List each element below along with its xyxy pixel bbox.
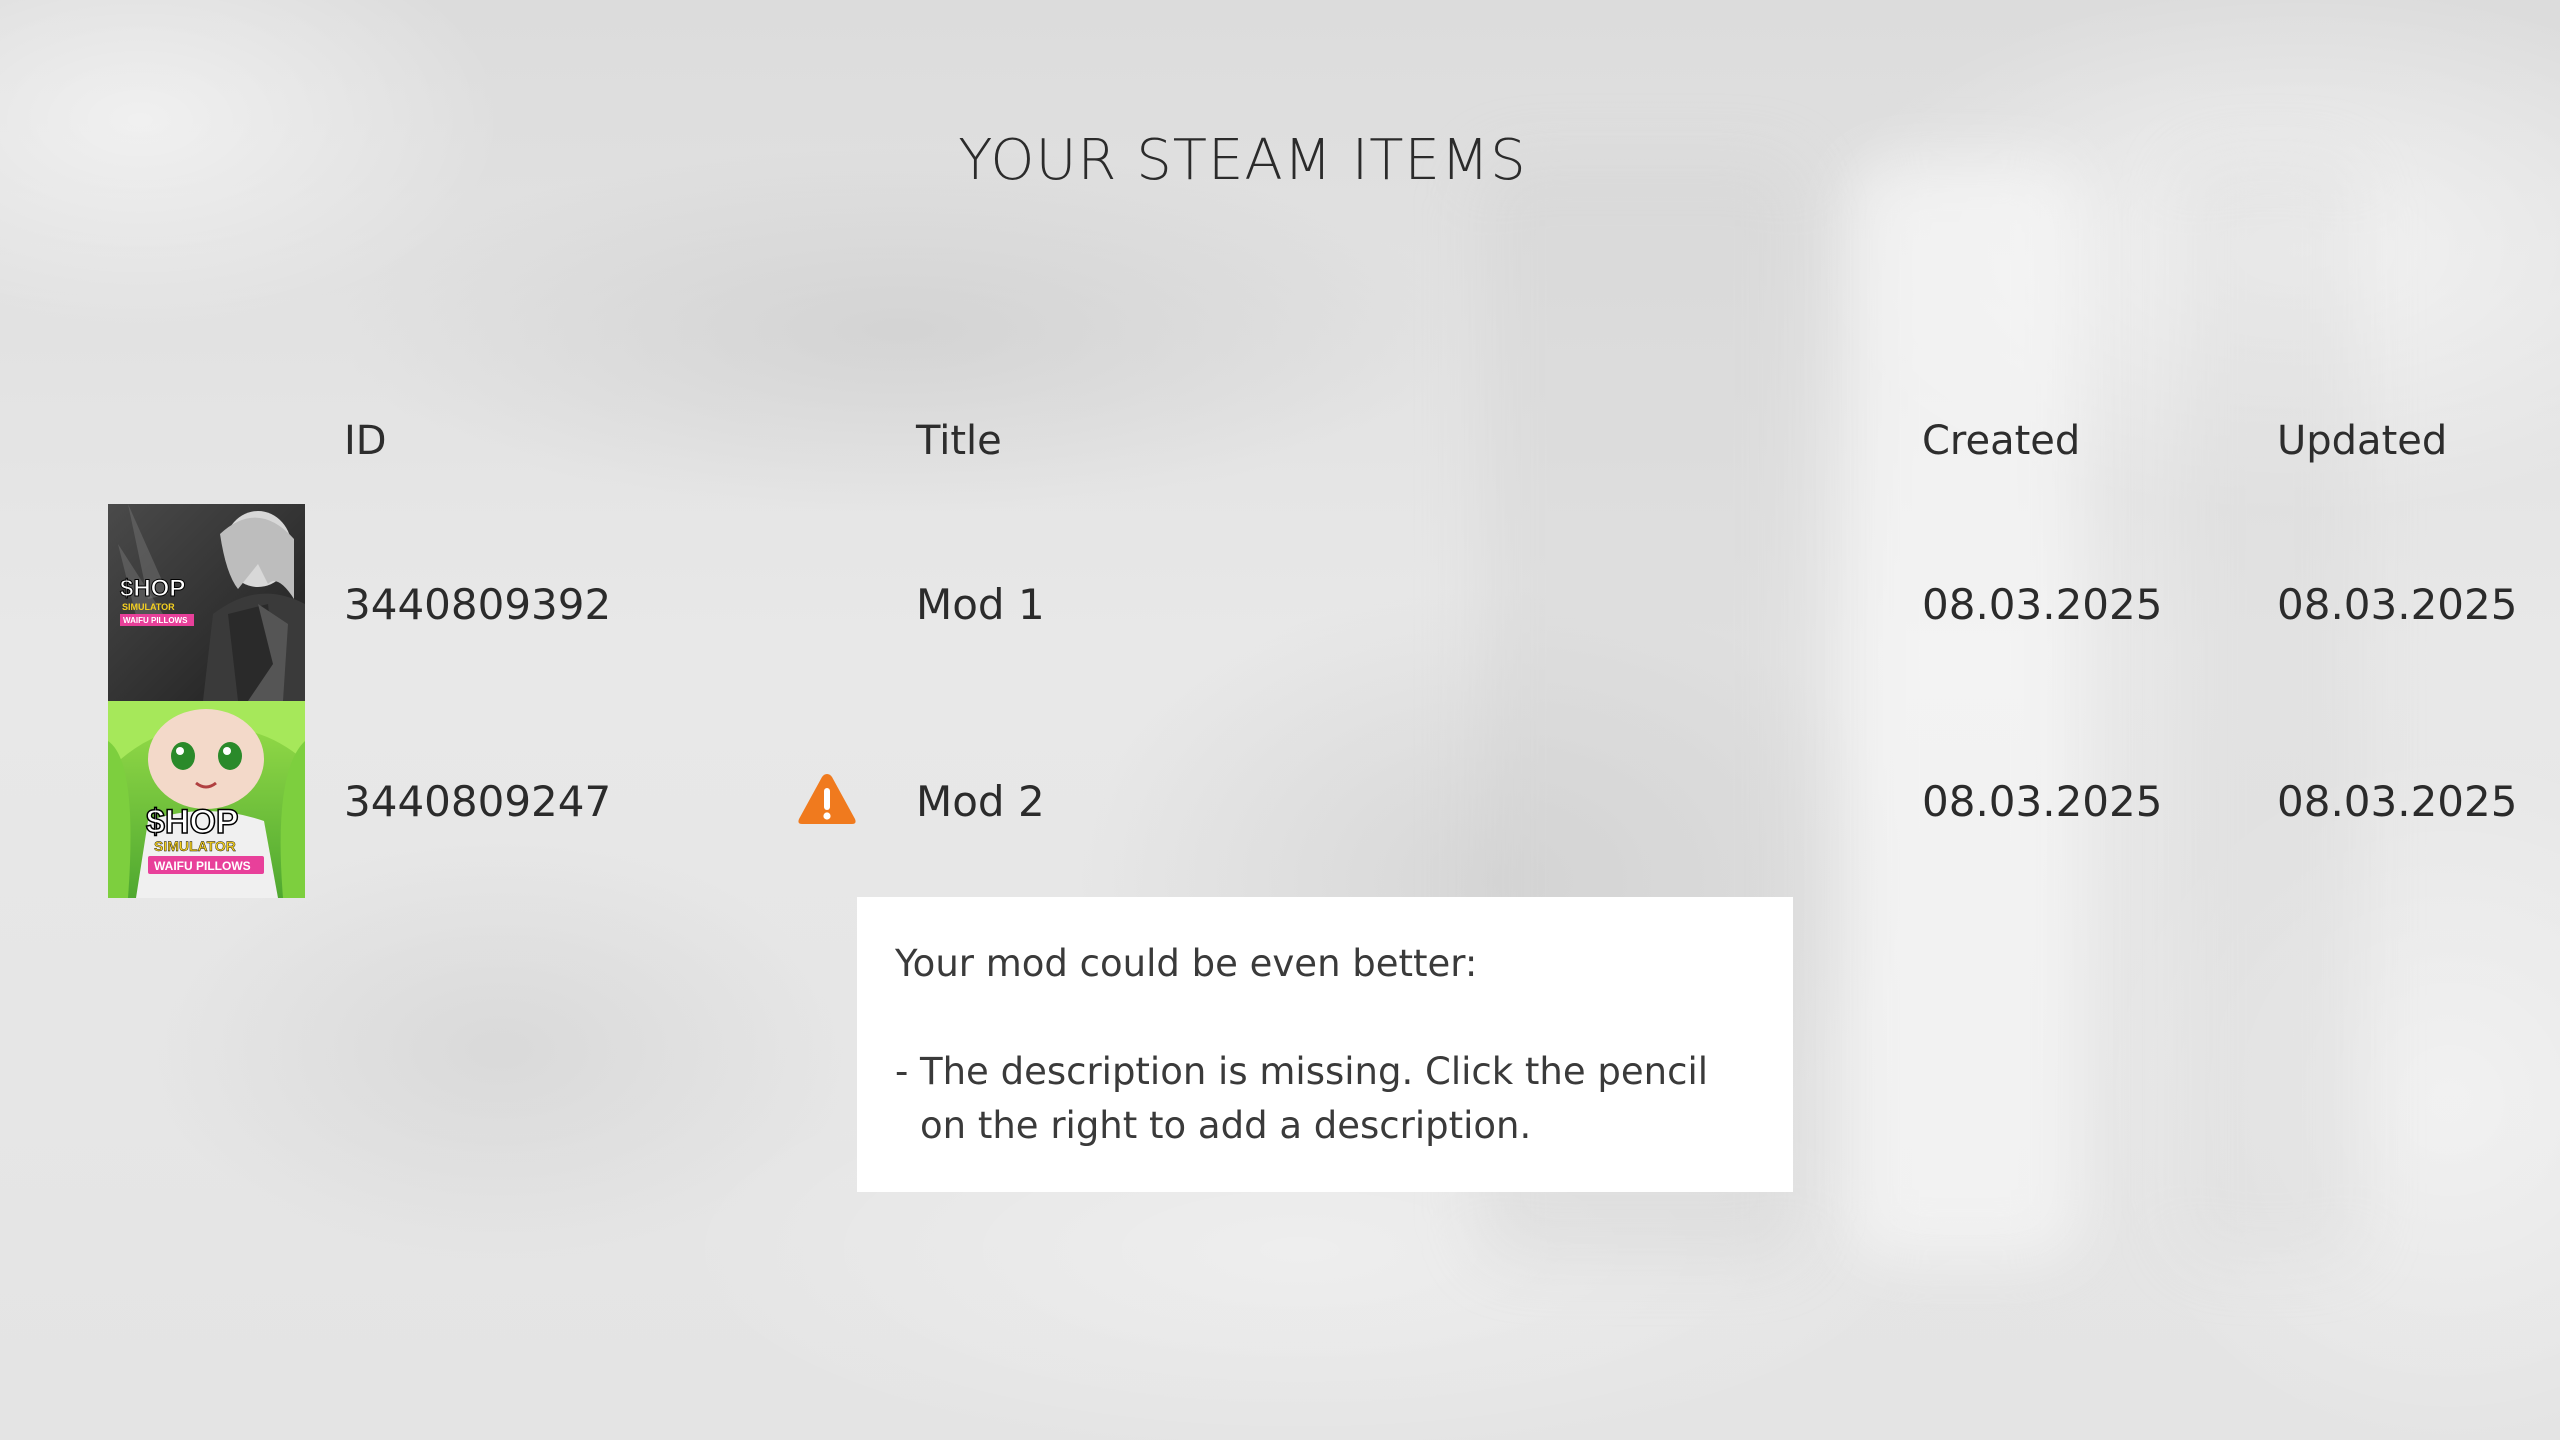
mod-thumbnail: $HOP SIMULATOR WAIFU PILLOWS — [108, 701, 305, 898]
thumbnail-logo-line3: WAIFU PILLOWS — [123, 616, 188, 625]
column-header-title[interactable]: Title — [916, 418, 1002, 464]
mod-id: 3440809247 — [344, 777, 612, 826]
mod-updated-date: 08.03.2025 — [2277, 777, 2518, 826]
mod-title[interactable]: Mod 2 — [916, 781, 1045, 823]
thumbnail-image: $HOP SIMULATOR WAIFU PILLOWS — [108, 504, 305, 701]
mod-thumbnail: $HOP SIMULATOR WAIFU PILLOWS — [108, 504, 305, 701]
tooltip-item-text: The description is missing. Click the pe… — [920, 1050, 1709, 1147]
column-header-created[interactable]: Created — [1922, 418, 2080, 464]
mod-title[interactable]: Mod 1 — [916, 584, 1045, 626]
tooltip-heading: Your mod could be even better: — [895, 942, 1478, 985]
thumbnail-image: $HOP SIMULATOR WAIFU PILLOWS — [108, 701, 305, 898]
thumbnail-logo-line1: $HOP — [146, 803, 239, 841]
mod-created-date: 08.03.2025 — [1922, 777, 2163, 826]
tooltip-item: - The description is missing. Click the … — [895, 1045, 1755, 1153]
thumbnail-logo-line1: $HOP — [120, 575, 185, 602]
thumbnail-logo-line2: SIMULATOR — [154, 838, 236, 854]
table-row[interactable]: $HOP SIMULATOR WAIFU PILLOWS 3440809392 … — [0, 504, 2560, 701]
column-header-id[interactable]: ID — [344, 418, 387, 464]
warning-triangle-icon[interactable] — [796, 771, 858, 827]
mod-id: 3440809392 — [344, 580, 612, 629]
table-row[interactable]: $HOP SIMULATOR WAIFU PILLOWS 3440809247 … — [0, 701, 2560, 898]
page-title: YOUR STEAM ITEMS — [958, 128, 1527, 193]
tooltip-item-bullet: - — [895, 1050, 909, 1093]
thumbnail-logo-line3: WAIFU PILLOWS — [154, 859, 251, 873]
mod-updated-date: 08.03.2025 — [2277, 580, 2518, 629]
thumbnail-logo-line2: SIMULATOR — [122, 602, 175, 612]
mod-created-date: 08.03.2025 — [1922, 580, 2163, 629]
warning-tooltip: Your mod could be even better: - The des… — [857, 897, 1793, 1192]
column-header-updated[interactable]: Updated — [2277, 418, 2447, 464]
